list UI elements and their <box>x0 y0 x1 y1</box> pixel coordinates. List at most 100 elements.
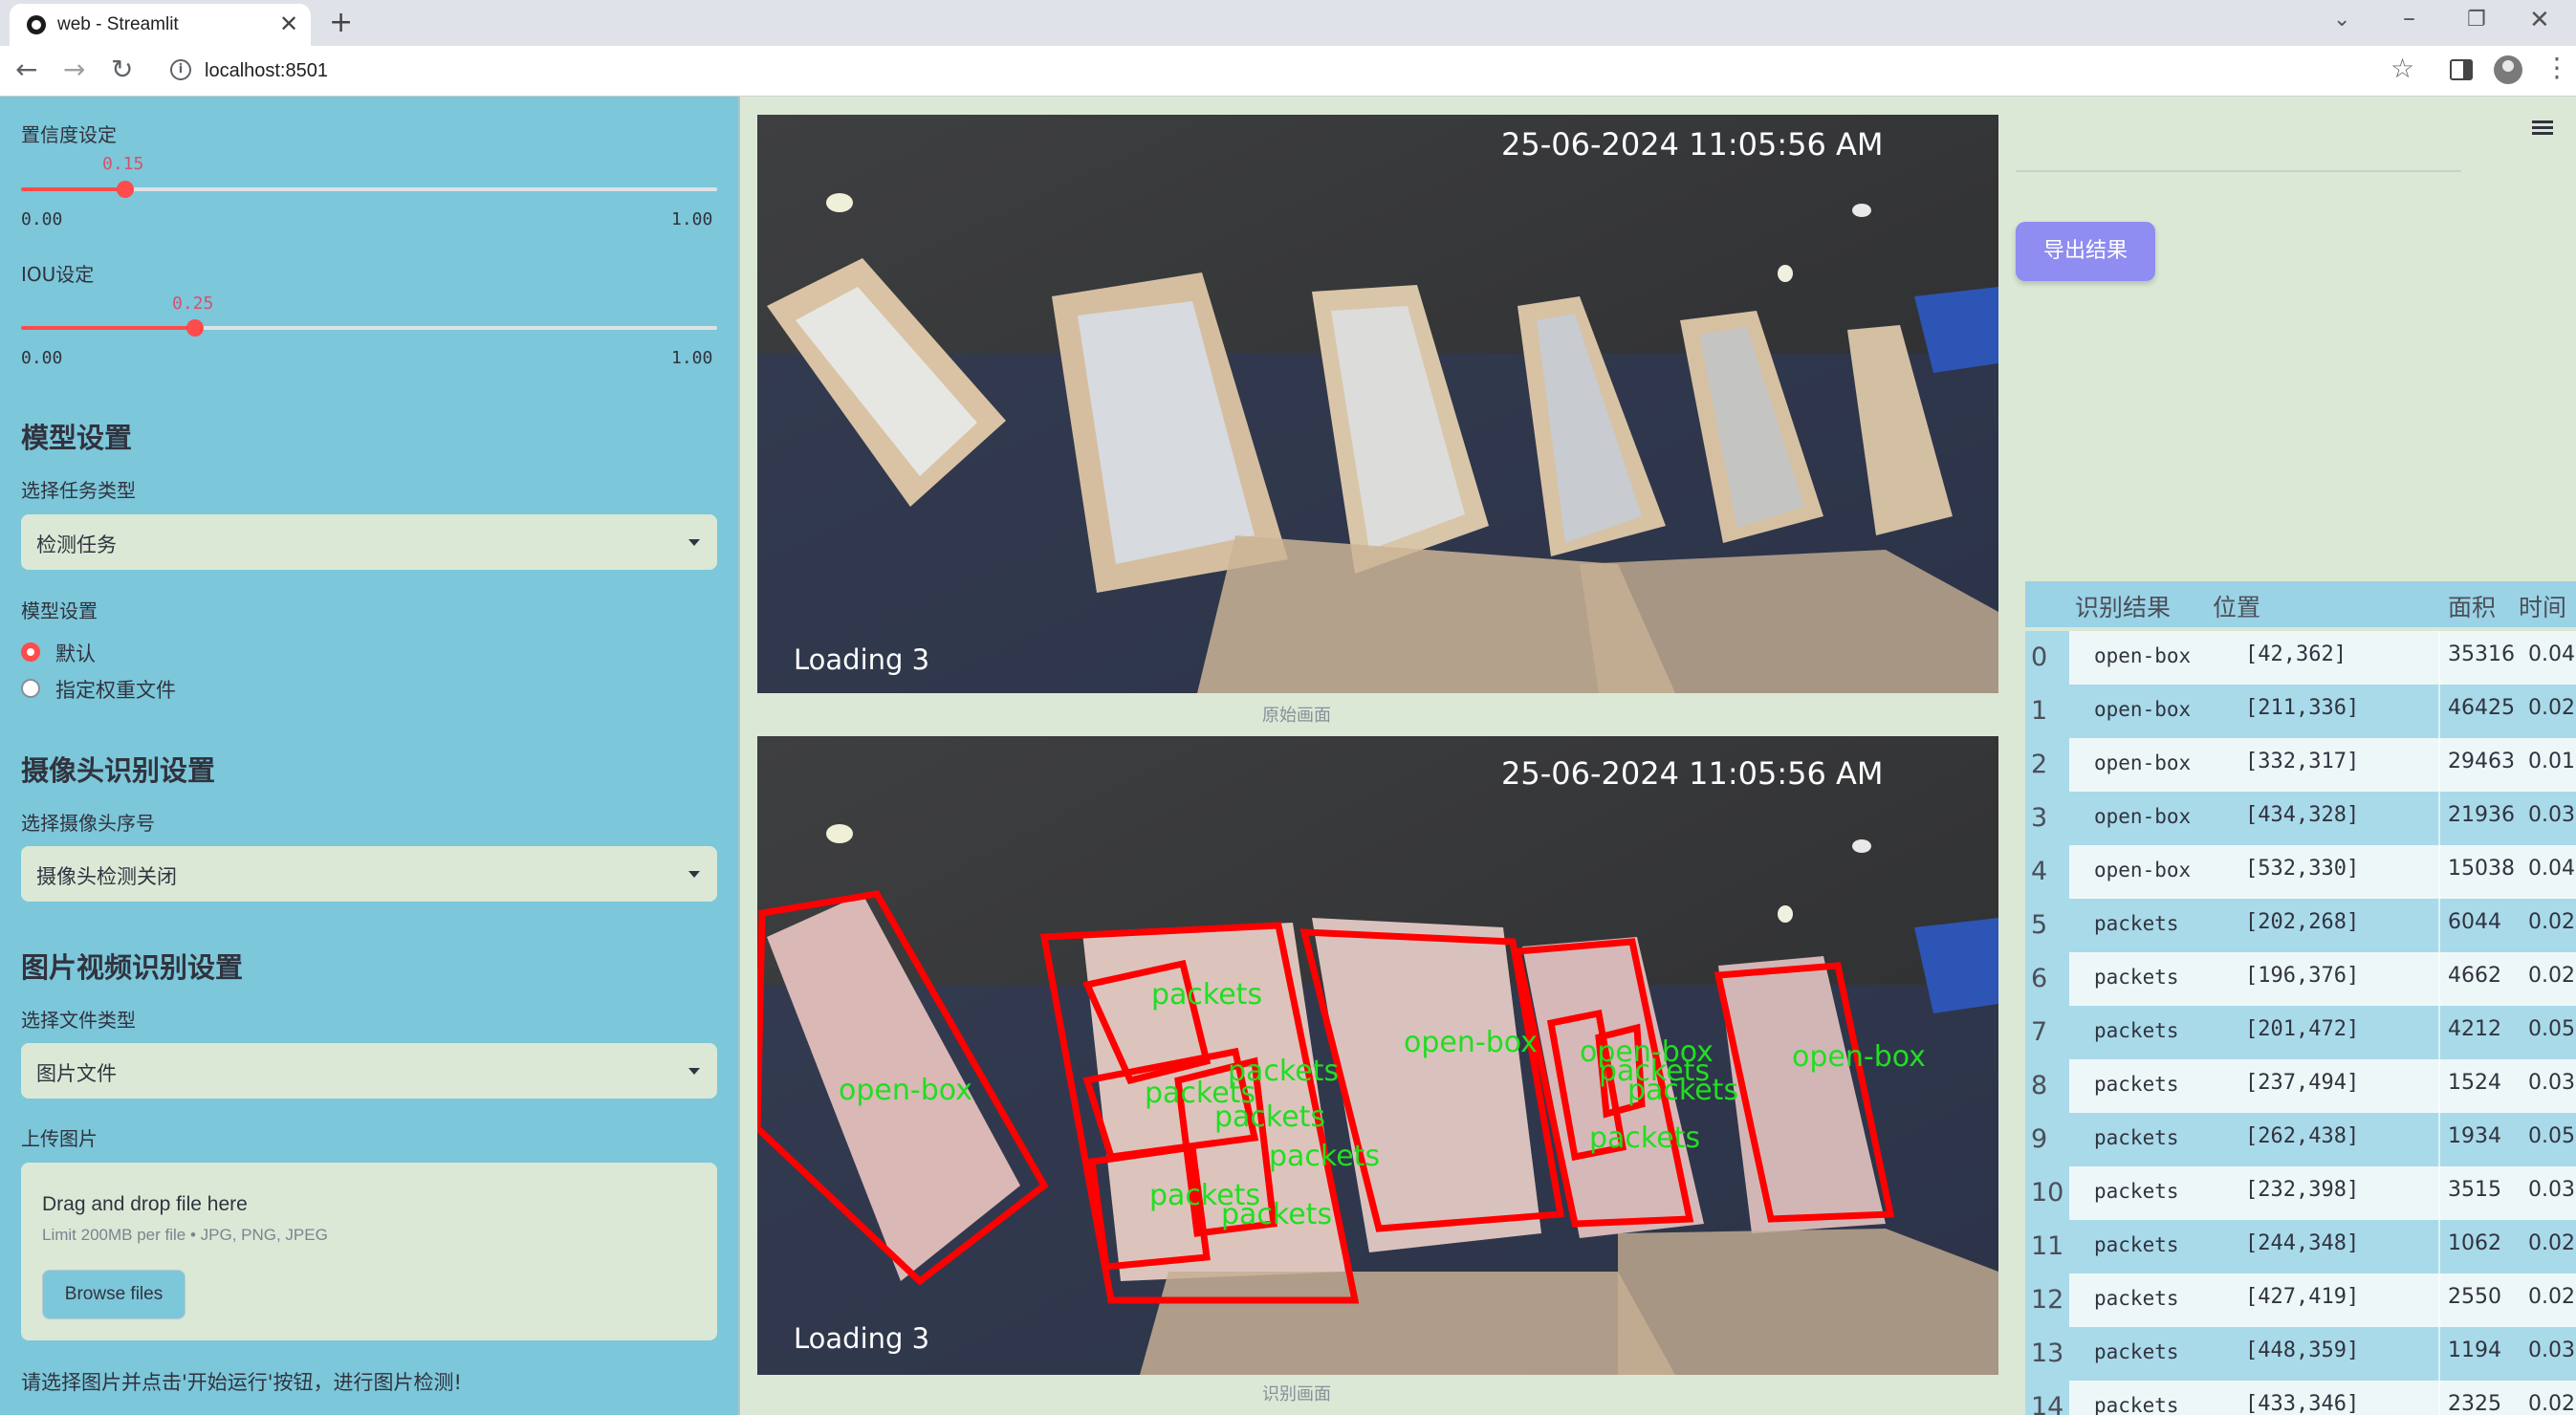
column-separator <box>2438 1220 2440 1274</box>
browser-tab-bar: web - Streamlit ✕ + ⌄ – ❐ ✕ <box>0 0 2576 46</box>
iou-slider[interactable] <box>21 319 717 337</box>
table-row[interactable]: 11 packets [244,348] 1062 0.02 <box>2025 1220 2576 1274</box>
iou-label: IOU设定 <box>21 263 95 286</box>
window-close-icon[interactable]: ✕ <box>2529 6 2550 34</box>
restore-icon[interactable]: ❐ <box>2467 8 2486 32</box>
detection-label: packets <box>1269 1140 1380 1173</box>
cell-area: 29463 <box>2448 750 2515 773</box>
minimize-icon[interactable]: – <box>2403 4 2415 33</box>
cell-result: open-box <box>2094 805 2192 828</box>
table-row[interactable]: 5 packets [202,268] 6044 0.02 <box>2025 899 2576 952</box>
star-icon[interactable]: ☆ <box>2390 53 2414 84</box>
column-separator <box>2438 685 2440 738</box>
chevron-down-icon <box>688 1068 700 1075</box>
iou-slider-fill <box>21 326 195 330</box>
camera-index-select[interactable]: 摄像头检测关闭 <box>21 846 717 902</box>
column-separator <box>2438 1381 2440 1415</box>
weights-custom-label[interactable]: 指定权重文件 <box>55 675 176 704</box>
profile-icon[interactable] <box>2494 55 2522 84</box>
cell-position: [42,362] <box>2245 642 2347 666</box>
cell-area: 21936 <box>2448 803 2515 827</box>
upload-limit: Limit 200MB per file • JPG, PNG, JPEG <box>42 1226 328 1244</box>
results-table[interactable]: 识别结果 位置 面积 时间 0 open-box [42,362] 35316 0.04… <box>2025 581 2576 1415</box>
table-row[interactable]: 6 packets [196,376] 4662 0.02 <box>2025 952 2576 1006</box>
plus-icon[interactable]: + <box>329 6 353 39</box>
url-field[interactable]: i localhost:8501 <box>155 52 2412 90</box>
table-row[interactable]: 2 open-box [332,317] 29463 0.01 <box>2025 738 2576 792</box>
back-arrow-icon[interactable]: ← <box>15 54 37 85</box>
row-index: 13 <box>2025 1327 2069 1381</box>
table-row[interactable]: 4 open-box [532,330] 15038 0.04 <box>2025 845 2576 899</box>
col-header-result[interactable]: 识别结果 <box>2075 589 2171 623</box>
forward-arrow-icon[interactable]: → <box>63 54 85 85</box>
cell-result: open-box <box>2094 698 2192 721</box>
table-row[interactable]: 0 open-box [42,362] 35316 0.04 <box>2025 631 2576 685</box>
cell-time: 0.03 <box>2528 803 2575 827</box>
cell-time: 0.02 <box>2528 696 2575 720</box>
upload-title: Drag and drop file here <box>42 1193 248 1215</box>
original-camera-label: Loading 3 <box>794 643 929 676</box>
kebab-menu-icon[interactable]: ⋮ <box>2543 52 2570 83</box>
cell-position: [448,359] <box>2245 1339 2360 1362</box>
col-header-time[interactable]: 时间 <box>2519 589 2566 623</box>
table-row[interactable]: 14 packets [433,346] 2325 0.02 <box>2025 1381 2576 1415</box>
task-type-label: 选择任务类型 <box>21 479 136 502</box>
cell-position: [532,330] <box>2245 857 2360 881</box>
table-row[interactable]: 10 packets [232,398] 3515 0.03 <box>2025 1166 2576 1220</box>
file-uploader-dropzone[interactable]: Drag and drop file here Limit 200MB per … <box>21 1163 717 1340</box>
table-row[interactable]: 8 packets [237,494] 1524 0.03 <box>2025 1059 2576 1113</box>
cell-time: 0.03 <box>2528 1071 2575 1095</box>
browse-files-button[interactable]: Browse files <box>42 1270 186 1319</box>
cell-time: 0.02 <box>2528 964 2575 988</box>
row-index: 11 <box>2025 1220 2069 1274</box>
row-index: 14 <box>2025 1381 2069 1415</box>
confidence-max: 1.00 <box>671 209 713 229</box>
cell-area: 4212 <box>2448 1017 2501 1041</box>
cell-position: [332,317] <box>2245 750 2360 773</box>
confidence-slider-thumb[interactable] <box>117 181 134 198</box>
detection-label: packets <box>1589 1121 1700 1155</box>
col-header-area[interactable]: 面积 <box>2448 589 2496 623</box>
cell-result: packets <box>2094 1180 2179 1203</box>
cell-position: [262,438] <box>2245 1124 2360 1148</box>
iou-min: 0.00 <box>21 348 63 368</box>
cell-position: [196,376] <box>2245 964 2360 988</box>
info-icon[interactable]: i <box>170 59 191 80</box>
weights-custom-radio[interactable] <box>21 679 40 698</box>
cell-time: 0.04 <box>2528 857 2575 881</box>
confidence-slider[interactable] <box>21 181 717 198</box>
table-row[interactable]: 9 packets [262,438] 1934 0.05 <box>2025 1113 2576 1166</box>
detection-label: packets <box>1151 978 1262 1012</box>
table-row[interactable]: 13 packets [448,359] 1194 0.03 <box>2025 1327 2576 1381</box>
file-type-select[interactable]: 图片文件 <box>21 1043 717 1099</box>
table-header: 识别结果 位置 面积 时间 <box>2025 581 2576 627</box>
iou-slider-thumb[interactable] <box>186 319 204 337</box>
browser-tab[interactable]: web - Streamlit ✕ <box>10 4 311 46</box>
hamburger-icon[interactable] <box>2532 120 2553 136</box>
weights-default-radio[interactable] <box>21 642 40 662</box>
col-header-position[interactable]: 位置 <box>2213 589 2260 623</box>
export-results-button[interactable]: 导出结果 <box>2016 222 2155 281</box>
column-separator <box>2438 631 2440 685</box>
weights-default-label[interactable]: 默认 <box>55 639 96 667</box>
cell-result: open-box <box>2094 859 2192 882</box>
cell-area: 4662 <box>2448 964 2501 988</box>
streamlit-favicon-icon <box>27 15 46 34</box>
chevron-down-icon[interactable]: ⌄ <box>2333 8 2350 32</box>
close-icon[interactable]: ✕ <box>279 11 298 37</box>
table-row[interactable]: 12 packets [427,419] 2550 0.02 <box>2025 1274 2576 1327</box>
side-panel-icon[interactable] <box>2450 59 2473 80</box>
cell-area: 35316 <box>2448 642 2515 666</box>
confidence-value: 0.15 <box>102 154 144 174</box>
task-type-select[interactable]: 检测任务 <box>21 514 717 570</box>
cell-position: [211,336] <box>2245 696 2360 720</box>
table-row[interactable]: 3 open-box [434,328] 21936 0.03 <box>2025 792 2576 845</box>
table-row[interactable]: 1 open-box [211,336] 46425 0.02 <box>2025 685 2576 738</box>
url-text[interactable]: localhost:8501 <box>205 60 328 82</box>
cell-position: [244,348] <box>2245 1231 2360 1255</box>
cell-result: packets <box>2094 1126 2179 1149</box>
reload-icon[interactable]: ↻ <box>111 54 133 85</box>
sidebar-hint: 请选择图片并点击'开始运行'按钮，进行图片检测! <box>21 1371 462 1394</box>
cell-area: 1524 <box>2448 1071 2501 1095</box>
table-row[interactable]: 7 packets [201,472] 4212 0.05 <box>2025 1006 2576 1059</box>
